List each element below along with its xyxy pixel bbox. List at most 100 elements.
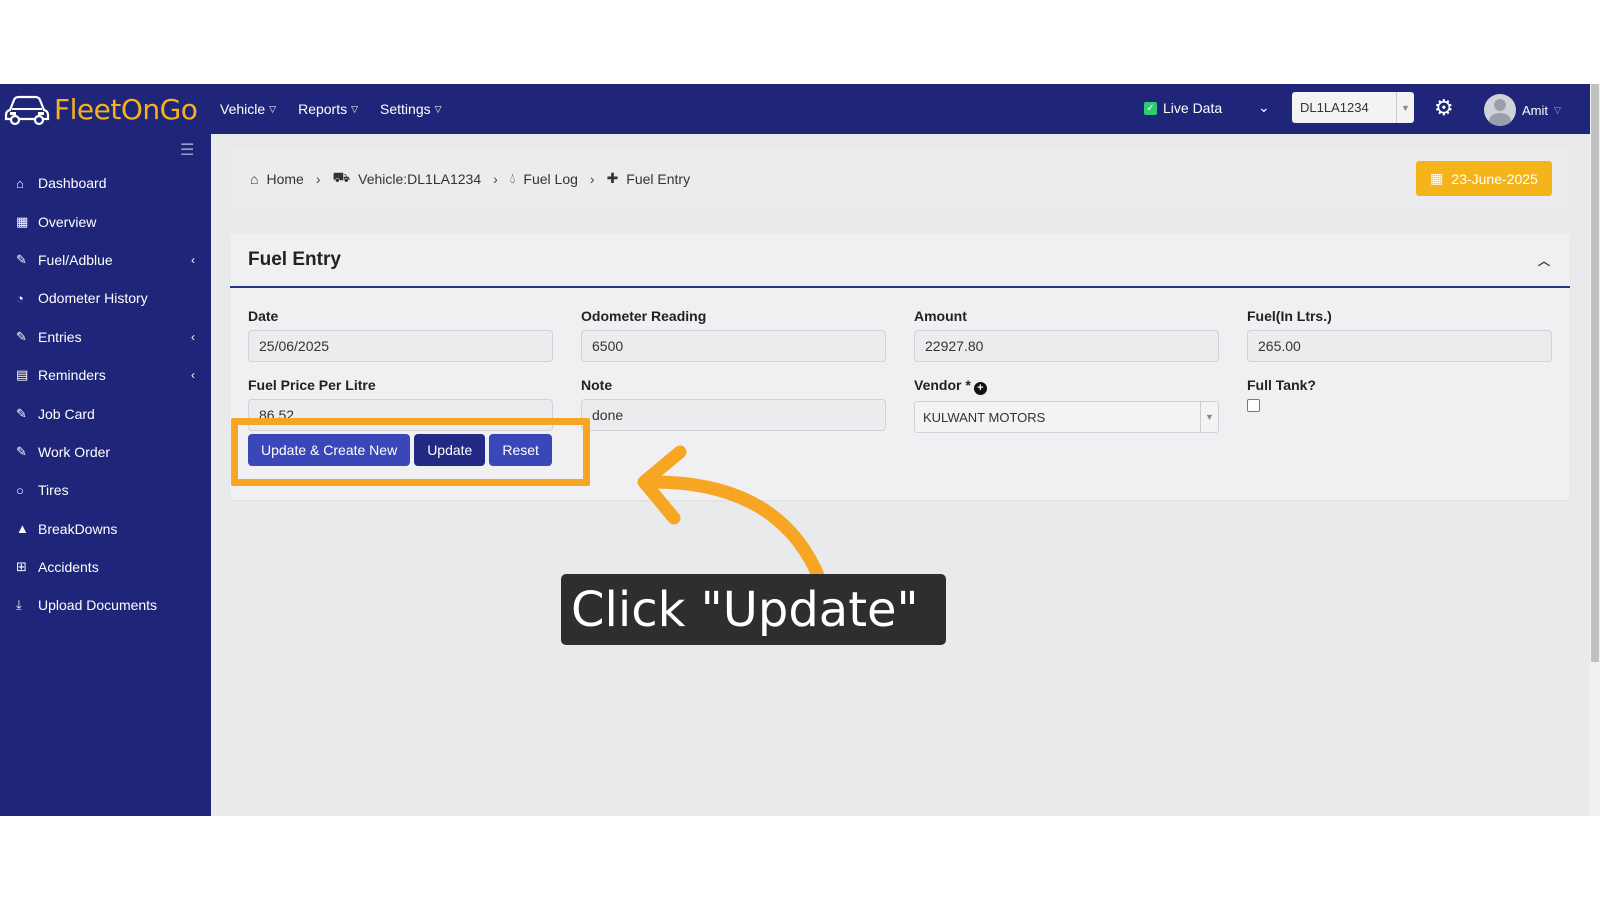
vendor-select-value: KULWANT MOTORS — [923, 409, 1046, 425]
odometer-input[interactable] — [581, 330, 886, 362]
sidebar-item-upload-documents[interactable]: ⤓ Upload Documents — [0, 586, 211, 624]
sidebar-item-label: Work Order — [38, 443, 111, 460]
vendor-select[interactable]: KULWANT MOTORS ▼ — [914, 401, 1219, 433]
nav-reports-label: Reports — [298, 101, 348, 117]
vendor-label-text: Vendor * — [914, 377, 971, 393]
nav-settings[interactable]: Settings ▽ — [380, 101, 442, 117]
note-field-group: Note — [581, 377, 886, 431]
user-menu[interactable]: Amit ▽ — [1484, 94, 1561, 126]
dropdown-arrow-icon: ▼ — [1396, 92, 1414, 123]
card-header: Fuel Entry ︿ — [230, 234, 1570, 288]
circle-icon: ○ — [16, 482, 24, 498]
fuel-label: Fuel(In Ltrs.) — [1247, 308, 1332, 324]
breadcrumb-fuel-log[interactable]: Fuel Log — [523, 171, 577, 187]
edit-icon: ✎ — [16, 443, 27, 459]
hamburger-menu-icon[interactable]: ☰ — [180, 140, 194, 160]
live-data-toggle[interactable]: ✓ Live Data — [1144, 100, 1222, 116]
user-name: Amit — [1522, 102, 1548, 118]
chevron-left-icon: ‹ — [191, 252, 195, 267]
top-navbar: FleetOnGo Vehicle ▽ Reports ▽ Settings ▽ ✓ … — [0, 84, 1590, 134]
date-input[interactable] — [248, 330, 553, 362]
chevron-down-icon: ▽ — [1554, 104, 1561, 115]
sidebar-item-label: Overview — [38, 213, 97, 230]
logo[interactable]: FleetOnGo — [4, 90, 198, 128]
chevron-up-icon[interactable]: ︿ — [1538, 252, 1550, 269]
sidebar-item-label: Tires — [38, 482, 69, 499]
nav-reports[interactable]: Reports ▽ — [298, 101, 358, 117]
chevron-right-icon: › — [315, 170, 321, 187]
chevron-down-icon: ▽ — [269, 103, 277, 114]
sidebar-item-accidents[interactable]: ⊞ Accidents — [0, 548, 211, 586]
sidebar-item-tires[interactable]: ○ Tires — [0, 471, 211, 509]
nav-vehicle-label: Vehicle — [220, 101, 266, 117]
sidebar-item-dashboard[interactable]: ⌂ Dashboard — [0, 164, 211, 202]
plus-icon: ✚ — [606, 170, 619, 186]
tutorial-callout: Click "Update" — [561, 574, 946, 645]
vendor-field-group: Vendor * + KULWANT MOTORS ▼ — [914, 377, 1219, 433]
avatar — [1484, 94, 1516, 126]
tutorial-arrow-icon — [637, 445, 827, 587]
sidebar-item-work-order[interactable]: ✎ Work Order — [0, 433, 211, 471]
calendar-icon: ▤ — [16, 367, 29, 383]
price-label: Fuel Price Per Litre — [248, 377, 376, 393]
amount-input[interactable] — [914, 330, 1219, 362]
amount-field-group: Amount — [914, 308, 1219, 362]
sidebar-item-label: Reminders — [38, 367, 106, 384]
warning-icon: ▲ — [16, 521, 29, 537]
sidebar: ☰ ⌂ Dashboard ▦ Overview ✎ Fuel/Adblue ‹ ◔ Od… — [0, 134, 211, 816]
edit-icon: ✎ — [16, 251, 27, 267]
odometer-label: Odometer Reading — [581, 308, 707, 324]
sidebar-item-label: Upload Documents — [38, 597, 158, 614]
date-button-label: 23-June-2025 — [1451, 170, 1538, 187]
sidebar-item-overview[interactable]: ▦ Overview — [0, 202, 211, 240]
check-icon: ✓ — [1144, 101, 1157, 115]
home-icon: ⌂ — [16, 175, 24, 191]
car-logo-icon — [4, 95, 50, 126]
gear-icon[interactable]: ⚙ — [1434, 95, 1454, 121]
chevron-left-icon: ‹ — [191, 329, 195, 344]
download-icon: ⤓ — [16, 597, 22, 613]
date-button[interactable]: ▦ 23-June-2025 — [1416, 161, 1552, 196]
sidebar-item-label: BreakDowns — [38, 520, 118, 537]
breadcrumb-home[interactable]: Home — [266, 171, 303, 187]
tutorial-highlight-box — [231, 418, 590, 486]
breadcrumb: ⌂ Home › ⛟ Vehicle:DL1LA1234 › 💧︎ Fuel L… — [250, 169, 690, 188]
plus-square-icon: ⊞ — [16, 559, 27, 575]
sidebar-item-fuel-adblue[interactable]: ✎ Fuel/Adblue ‹ — [0, 241, 211, 279]
sidebar-item-reminders[interactable]: ▤ Reminders ‹ — [0, 356, 211, 394]
chevron-right-icon: › — [493, 170, 498, 187]
gauge-icon: ◔ — [16, 290, 24, 306]
chevron-right-icon: › — [589, 170, 595, 187]
sidebar-item-odometer-history[interactable]: ◔ Odometer History — [0, 279, 211, 317]
vertical-scrollbar[interactable] — [1590, 84, 1600, 816]
card-title: Fuel Entry — [248, 249, 341, 270]
chevron-left-icon: ‹ — [191, 368, 195, 383]
sidebar-item-breakdowns[interactable]: ▲ BreakDowns — [0, 510, 211, 548]
vehicle-select-value: DL1LA1234 — [1300, 100, 1369, 115]
calendar-icon: ▦ — [1430, 170, 1444, 186]
scrollbar-thumb[interactable] — [1591, 84, 1599, 662]
sidebar-menu: ⌂ Dashboard ▦ Overview ✎ Fuel/Adblue ‹ ◔ Odom… — [0, 164, 211, 625]
droplet-icon: 💧︎ — [509, 170, 516, 186]
top-menu: Vehicle ▽ Reports ▽ Settings ▽ — [220, 84, 442, 134]
fuel-input[interactable] — [1247, 330, 1552, 362]
truck-icon: ⛟ — [332, 169, 351, 185]
sidebar-item-job-card[interactable]: ✎ Job Card — [0, 394, 211, 432]
chevron-down-icon: ▽ — [351, 103, 359, 114]
note-input[interactable] — [581, 399, 886, 431]
full-tank-checkbox[interactable] — [1247, 399, 1260, 412]
sidebar-item-label: Accidents — [38, 559, 99, 576]
grid-icon: ▦ — [16, 213, 29, 229]
sidebar-item-entries[interactable]: ✎ Entries ‹ — [0, 318, 211, 356]
edit-icon: ✎ — [16, 328, 27, 344]
sidebar-item-label: Odometer History — [38, 290, 148, 307]
full-tank-label: Full Tank? — [1247, 377, 1316, 393]
breadcrumb-vehicle[interactable]: Vehicle:DL1LA1234 — [358, 171, 481, 187]
nav-vehicle[interactable]: Vehicle ▽ — [220, 101, 276, 117]
vehicle-select[interactable]: DL1LA1234 ▼ — [1292, 92, 1414, 123]
amount-label: Amount — [914, 308, 967, 324]
chevron-down-icon[interactable]: ⌄ — [1258, 99, 1270, 116]
add-vendor-icon[interactable]: + — [973, 382, 987, 395]
breadcrumb-bar: ⌂ Home › ⛟ Vehicle:DL1LA1234 › 💧︎ Fuel L… — [230, 147, 1570, 209]
date-label: Date — [248, 308, 279, 324]
